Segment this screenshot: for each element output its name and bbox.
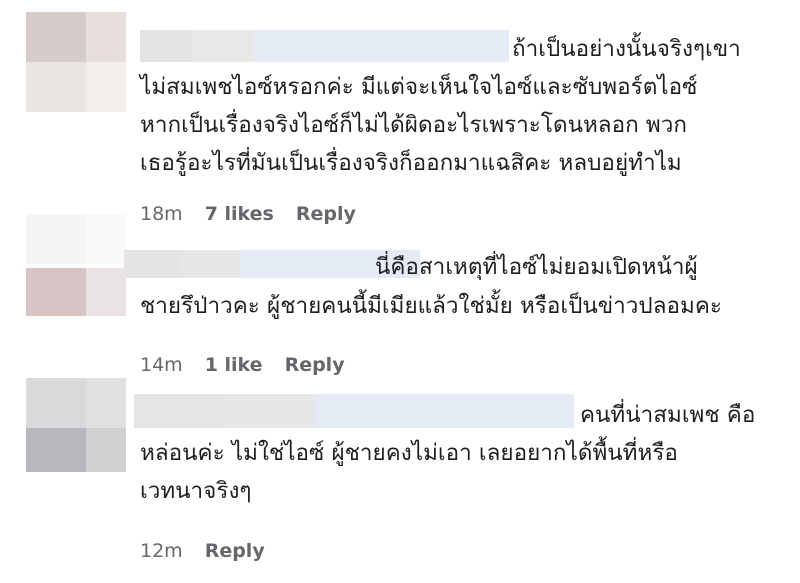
comment-text-line: ถ้าเป็นอย่างนั้นจริงๆเขา [512, 36, 741, 62]
commenter-name-redacted[interactable] [134, 394, 574, 428]
comment-text-line: เวทนาจริงๆ [140, 478, 252, 504]
reply-button[interactable]: Reply [285, 354, 345, 376]
comment-text-line: นี่คือสาเหตุที่ไอซ์ไม่ยอมเปิดหน้าผู้ [375, 254, 698, 280]
avatar[interactable] [26, 214, 126, 316]
comment-text-line: คนที่น่าสมเพช คือ [580, 402, 756, 428]
comment-text-line: หล่อนค่ะ ไม่ใช่ไอซ์ ผู้ชายคงไม่เอา เลยอย… [140, 440, 678, 466]
comment-timestamp[interactable]: 18m [140, 203, 183, 225]
likes-count[interactable]: 7 likes [205, 203, 274, 225]
reply-button[interactable]: Reply [205, 540, 265, 562]
comment-timestamp[interactable]: 12m [140, 540, 183, 562]
avatar[interactable] [26, 12, 126, 112]
commenter-name-redacted[interactable] [140, 30, 509, 62]
reply-button[interactable]: Reply [296, 203, 356, 225]
likes-count[interactable]: 1 like [205, 354, 263, 376]
comment-meta: 18m 7 likes Reply [140, 203, 378, 225]
comment-text-line: หากเป็นเรื่องจริงไอซ์ก็ไม่ได้ผิดอะไรเพรา… [140, 112, 687, 138]
comment-text-line: เธอรู้อะไรที่มันเป็นเรื่องจริงก็ออกมาแฉส… [140, 150, 682, 176]
comment-meta: 12m Reply [140, 540, 287, 562]
comment-meta: 14m 1 like Reply [140, 354, 367, 376]
comment-text-line: ไม่สมเพชไอซ์หรอกค่ะ มีแต่จะเห็นใจไอซ์และ… [140, 74, 698, 100]
comment-text-line: ชายรึป่าวคะ ผู้ชายคนนี้มีเมียแล้วใช่มั้ย… [140, 293, 722, 319]
avatar[interactable] [26, 378, 126, 472]
comment-timestamp[interactable]: 14m [140, 354, 183, 376]
